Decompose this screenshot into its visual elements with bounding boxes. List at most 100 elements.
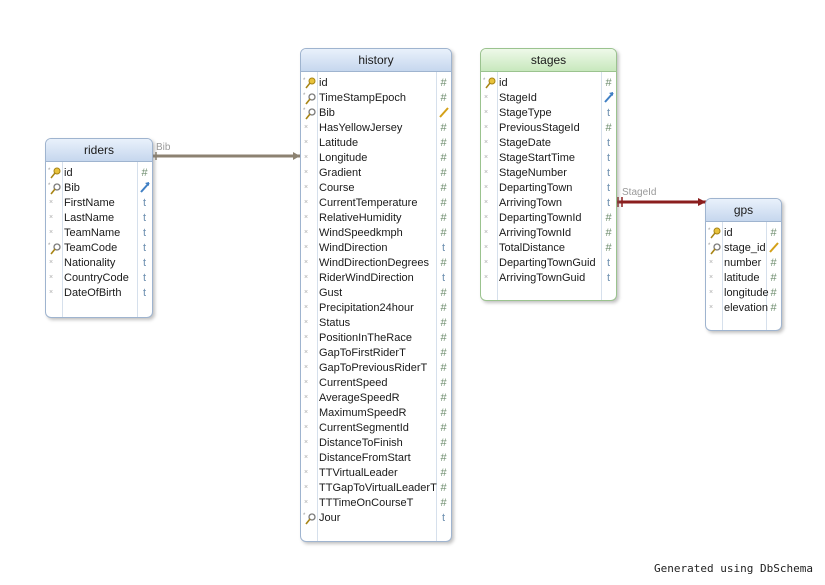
column-row[interactable]: × GapToFirstRiderT # <box>301 346 451 361</box>
column-row[interactable]: × Precipitation24hour # <box>301 301 451 316</box>
column-row[interactable]: × StageNumber t <box>481 166 616 181</box>
svg-text:×: × <box>484 214 488 221</box>
column-row[interactable]: × DepartingTown t <box>481 181 616 196</box>
column-row[interactable]: × Longitude # <box>301 151 451 166</box>
column-row[interactable]: × DepartingTownGuid t <box>481 256 616 271</box>
column-name: Status <box>319 317 351 329</box>
column-row[interactable]: × number # <box>706 256 781 271</box>
column-row[interactable]: × Course # <box>301 181 451 196</box>
nullable-icon: × <box>303 497 317 510</box>
table-history[interactable]: history * id # * TimeStampEpoch # * Bib × HasYell… <box>300 48 452 542</box>
svg-text:×: × <box>484 139 488 146</box>
column-name: stage_id <box>724 242 766 254</box>
table-title-riders[interactable]: riders <box>46 139 152 162</box>
column-row[interactable]: * id # <box>301 76 451 91</box>
column-row[interactable]: × WindSpeedkmph # <box>301 226 451 241</box>
column-row[interactable]: × Status # <box>301 316 451 331</box>
column-row[interactable]: × Gust # <box>301 286 451 301</box>
table-title-gps[interactable]: gps <box>706 199 781 222</box>
table-title-stages[interactable]: stages <box>481 49 616 72</box>
svg-text:×: × <box>304 364 308 371</box>
column-name: ArrivingTownId <box>499 227 572 239</box>
text-type-icon: t <box>142 227 147 239</box>
svg-text:×: × <box>304 289 308 296</box>
column-row[interactable]: × LastName t <box>46 211 152 226</box>
svg-text:*: * <box>48 243 51 249</box>
column-row[interactable]: × CurrentTemperature # <box>301 196 451 211</box>
table-title-history[interactable]: history <box>301 49 451 72</box>
column-row[interactable]: × PreviousStageId # <box>481 121 616 136</box>
column-row[interactable]: × StageId <box>481 91 616 106</box>
column-row[interactable]: × TTVirtualLeader # <box>301 466 451 481</box>
nullable-icon: × <box>303 152 317 165</box>
column-row[interactable]: × HasYellowJersey # <box>301 121 451 136</box>
index-key-icon: * <box>48 242 62 255</box>
svg-text:×: × <box>304 349 308 356</box>
svg-text:×: × <box>304 424 308 431</box>
text-type-icon: t <box>441 242 446 254</box>
svg-text:×: × <box>304 154 308 161</box>
table-gps[interactable]: gps * id # * stage_id × number # × latitude # × long… <box>705 198 782 331</box>
column-row[interactable]: × ArrivingTown t <box>481 196 616 211</box>
column-row[interactable]: × longitude # <box>706 286 781 301</box>
table-riders[interactable]: riders * id # * Bib × FirstName t × LastName t × Tea… <box>45 138 153 318</box>
svg-text:*: * <box>708 243 711 249</box>
column-row[interactable]: × TTTimeOnCourseT # <box>301 496 451 511</box>
numeric-type-icon: # <box>605 242 612 254</box>
column-row[interactable]: × elevation # <box>706 301 781 316</box>
column-row[interactable]: × WindDirection t <box>301 241 451 256</box>
text-type-icon: t <box>142 212 147 224</box>
column-row[interactable]: × ArrivingTownId # <box>481 226 616 241</box>
column-name: RiderWindDirection <box>319 272 414 284</box>
column-row[interactable]: × StageDate t <box>481 136 616 151</box>
nullable-icon: × <box>303 422 317 435</box>
column-row[interactable]: × RelativeHumidity # <box>301 211 451 226</box>
column-row[interactable]: × DistanceToFinish # <box>301 436 451 451</box>
column-row[interactable]: × StageStartTime t <box>481 151 616 166</box>
nullable-icon: × <box>303 437 317 450</box>
column-row[interactable]: × ArrivingTownGuid t <box>481 271 616 286</box>
column-row[interactable]: * TimeStampEpoch # <box>301 91 451 106</box>
column-row[interactable]: * id # <box>481 76 616 91</box>
column-row[interactable]: × Latitude # <box>301 136 451 151</box>
nullable-icon: × <box>483 257 497 270</box>
column-row[interactable]: × latitude # <box>706 271 781 286</box>
column-row[interactable]: × MaximumSpeedR # <box>301 406 451 421</box>
column-row[interactable]: * Bib <box>301 106 451 121</box>
column-row[interactable]: × Gradient # <box>301 166 451 181</box>
column-row[interactable]: * id # <box>46 166 152 181</box>
nullable-icon: × <box>303 182 317 195</box>
nullable-icon: × <box>303 377 317 390</box>
column-row[interactable]: × WindDirectionDegrees # <box>301 256 451 271</box>
column-row[interactable]: × StageType t <box>481 106 616 121</box>
column-row[interactable]: × TTGapToVirtualLeaderT # <box>301 481 451 496</box>
column-name: StageNumber <box>499 167 567 179</box>
column-row[interactable]: × FirstName t <box>46 196 152 211</box>
column-row[interactable]: * stage_id <box>706 241 781 256</box>
nullable-icon: × <box>303 332 317 345</box>
column-row[interactable]: × DateOfBirth t <box>46 286 152 301</box>
column-row[interactable]: × Nationality t <box>46 256 152 271</box>
column-row[interactable]: * TeamCode t <box>46 241 152 256</box>
column-row[interactable]: * Bib <box>46 181 152 196</box>
column-row[interactable]: × AverageSpeedR # <box>301 391 451 406</box>
numeric-type-icon: # <box>770 272 777 284</box>
column-row[interactable]: × GapToPreviousRiderT # <box>301 361 451 376</box>
table-stages[interactable]: stages * id # × StageId × StageType t × PreviousS… <box>480 48 617 301</box>
column-name: GapToFirstRiderT <box>319 347 406 359</box>
column-row[interactable]: × TeamName t <box>46 226 152 241</box>
svg-text:×: × <box>709 289 713 296</box>
column-row[interactable]: × CountryCode t <box>46 271 152 286</box>
svg-text:×: × <box>484 109 488 116</box>
column-row[interactable]: * Jour t <box>301 511 451 526</box>
column-row[interactable]: * id # <box>706 226 781 241</box>
numeric-type-icon: # <box>440 92 447 104</box>
column-row[interactable]: × TotalDistance # <box>481 241 616 256</box>
column-row[interactable]: × PositionInTheRace # <box>301 331 451 346</box>
column-row[interactable]: × DepartingTownId # <box>481 211 616 226</box>
column-row[interactable]: × RiderWindDirection t <box>301 271 451 286</box>
column-row[interactable]: × CurrentSegmentId # <box>301 421 451 436</box>
numeric-type-icon: # <box>440 452 447 464</box>
column-row[interactable]: × CurrentSpeed # <box>301 376 451 391</box>
column-row[interactable]: × DistanceFromStart # <box>301 451 451 466</box>
